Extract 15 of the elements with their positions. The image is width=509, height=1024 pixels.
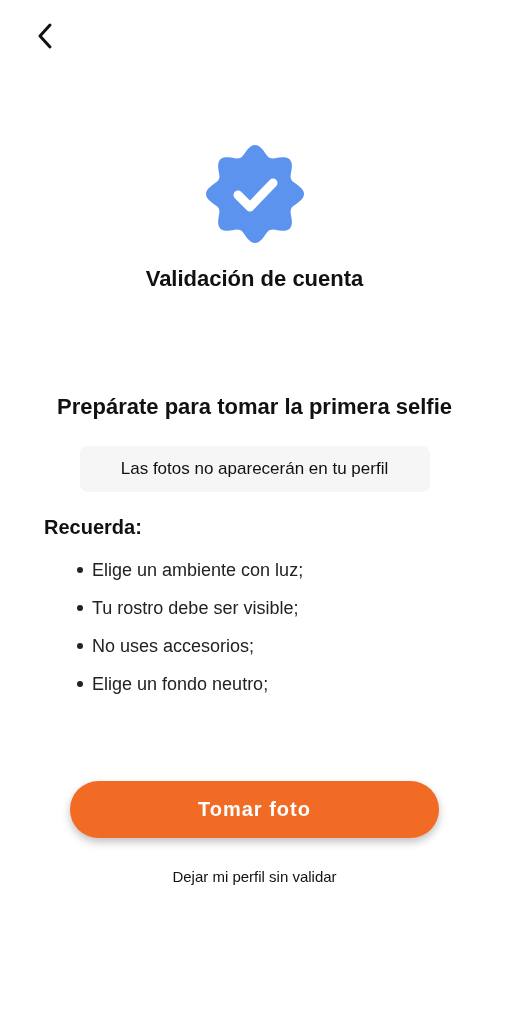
bullet-icon bbox=[77, 681, 83, 687]
tips-title: Recuerda: bbox=[44, 516, 142, 539]
bullet-icon bbox=[77, 567, 83, 573]
bullet-icon bbox=[77, 643, 83, 649]
tip-text: Elige un fondo neutro; bbox=[92, 673, 269, 695]
section-heading: Prepárate para tomar la primera selfie bbox=[57, 393, 452, 421]
skip-validation-link[interactable]: Dejar mi perfil sin validar bbox=[172, 868, 337, 885]
tip-text: Elige un ambiente con luz; bbox=[92, 559, 304, 581]
notice-banner: Las fotos no aparecerán en tu perfil bbox=[79, 446, 430, 492]
bullet-icon bbox=[77, 605, 83, 611]
verified-badge-icon bbox=[204, 144, 305, 244]
back-icon[interactable] bbox=[37, 22, 53, 50]
page-title: Validación de cuenta bbox=[145, 265, 364, 293]
tip-text: No uses accesorios; bbox=[92, 635, 255, 657]
tip-text: Tu rostro debe ser visible; bbox=[92, 597, 299, 619]
